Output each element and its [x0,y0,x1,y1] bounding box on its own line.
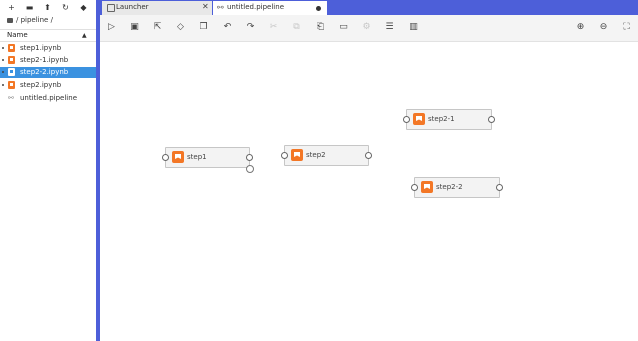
file-item[interactable]: step2.ipynb [0,80,96,91]
pipeline-icon: ⚯ [8,94,14,102]
node-label: step2-1 [428,115,455,123]
pipeline-canvas[interactable]: step1 step2 step2-1 step2-2 [100,42,638,341]
delete-icon[interactable]: ⚙ [361,22,372,33]
column-header-label: Name [7,31,28,39]
launcher-icon [107,4,115,12]
mouse-cursor-icon [246,165,254,173]
file-item[interactable]: step1.ipynb [0,43,96,54]
input-port[interactable] [281,152,288,159]
input-port[interactable] [162,154,169,161]
close-icon[interactable]: ✕ [202,2,209,11]
running-indicator-icon [2,59,4,61]
save-icon[interactable]: ▣ [129,22,140,33]
refresh-icon[interactable]: ↻ [61,3,70,12]
tab-label: untitled.pipeline [227,3,284,11]
node-label: step2 [306,151,326,159]
new-folder-icon[interactable]: ▬ [25,3,34,12]
pipeline-toolbar: ▷ ▣ ⇱ ◇ ❐ ↶ ↷ ✂ ⧉ ⎗ ▭ ⚙ ☰ ▥ ⊕ ⊖ ⛶ [100,15,638,42]
output-port[interactable] [496,184,503,191]
pipeline-node-step1[interactable]: step1 [162,147,253,168]
pipeline-node-step2-2[interactable]: step2-2 [411,177,503,198]
notebook-icon [172,151,184,163]
arrange-horizontal-icon[interactable]: ☰ [384,22,395,33]
file-item[interactable]: step2-1.ipynb [0,55,96,66]
git-icon[interactable]: ◆ [79,3,88,12]
sort-caret-icon: ▲ [82,32,87,39]
zoom-to-fit-icon[interactable]: ⛶ [621,22,632,33]
upload-icon[interactable]: ⬆ [43,3,52,12]
run-icon[interactable]: ▷ [106,22,117,33]
notebook-icon [8,81,15,89]
pipeline-icon: ⚯ [217,3,224,12]
output-port[interactable] [365,152,372,159]
notebook-icon [8,44,15,52]
zoom-out-icon[interactable]: ⊖ [598,22,609,33]
tab-untitled-pipeline[interactable]: ⚯ untitled.pipeline [213,1,327,15]
name-column-header[interactable]: Name ▲ [0,29,96,42]
file-name: step2-1.ipynb [20,56,69,64]
input-port[interactable] [403,116,410,123]
file-name: untitled.pipeline [20,94,77,102]
pipeline-node-step2-1[interactable]: step2-1 [403,109,495,130]
breadcrumb-path[interactable]: / pipeline / [16,16,53,24]
copy-icon[interactable]: ⧉ [291,22,302,33]
file-name: step1.ipynb [20,44,62,52]
notebook-icon [413,113,425,125]
node-label: step1 [187,153,207,161]
tab-label: Launcher [116,3,149,11]
folder-icon [7,17,13,23]
running-indicator-icon [2,47,4,49]
output-port[interactable] [246,154,253,161]
file-name: step2.ipynb [20,81,62,89]
notebook-icon [291,149,303,161]
tab-launcher[interactable]: Launcher ✕ [102,1,212,15]
clear-icon[interactable]: ◇ [175,22,186,33]
running-indicator-icon [2,84,4,86]
node-label: step2-2 [436,183,463,191]
export-icon[interactable]: ⇱ [152,22,163,33]
file-item[interactable]: ⚯ untitled.pipeline [0,93,96,104]
input-port[interactable] [411,184,418,191]
running-indicator-icon [2,71,4,73]
zoom-in-icon[interactable]: ⊕ [575,22,586,33]
notebook-icon [421,181,433,193]
output-port[interactable] [488,116,495,123]
file-browser-toolbar: + ▬ ⬆ ↻ ◆ [0,0,96,15]
undo-icon[interactable]: ↶ [222,22,233,33]
redo-icon[interactable]: ↷ [245,22,256,33]
add-comment-icon[interactable]: ▭ [338,22,349,33]
breadcrumb[interactable]: / pipeline / [7,16,53,24]
file-name: step2-2.ipynb [20,68,69,76]
unsaved-indicator-icon[interactable] [316,6,321,11]
open-runtimes-icon[interactable]: ❐ [198,22,209,33]
notebook-icon [8,68,15,76]
file-item-selected[interactable]: step2-2.ipynb [0,67,96,78]
notebook-icon [8,56,15,64]
paste-icon[interactable]: ⎗ [315,22,326,33]
arrange-vertical-icon[interactable]: ▥ [408,22,419,33]
tab-bar: Launcher ✕ ⚯ untitled.pipeline [100,0,638,15]
cut-icon[interactable]: ✂ [268,22,279,33]
new-launcher-icon[interactable]: + [7,3,16,12]
pipeline-node-step2[interactable]: step2 [281,145,372,166]
file-browser-panel: + ▬ ⬆ ↻ ◆ / pipeline / Name ▲ step1.ipyn… [0,0,96,341]
